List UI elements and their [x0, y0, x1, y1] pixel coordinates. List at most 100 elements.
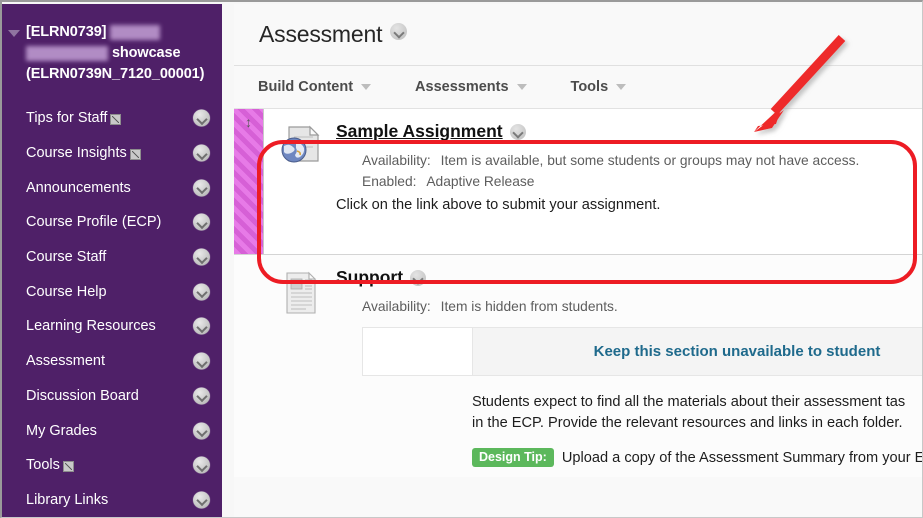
course-title: [ELRN0739] showcase (ELRN0739N_7120_0000…: [2, 4, 222, 95]
sidebar-item-tips-for-staff[interactable]: Tips for Staff: [2, 101, 222, 136]
sidebar-item-label: Library Links: [26, 491, 109, 508]
design-tip-text: Upload a copy of the Assessment Summary …: [561, 449, 922, 466]
menu-label: Tools: [570, 79, 609, 95]
availability-label: Availability:: [362, 299, 431, 314]
availability-label: Availability:: [362, 153, 431, 168]
item-icon-cell: [264, 255, 336, 477]
chevron-down-icon[interactable]: [193, 283, 210, 301]
item-body: Sample Assignment Availability: Item is …: [336, 109, 922, 254]
assignment-globe-document-icon: [281, 125, 320, 163]
sidebar-item-label: Announcements: [26, 179, 131, 196]
sidebar-item-label: Tools: [26, 457, 60, 474]
sidebar-nav-list: Tips for Staff Course Insights Announcem…: [2, 101, 222, 517]
sidebar-item-label: Discussion Board: [26, 387, 139, 404]
chevron-down-icon[interactable]: [193, 422, 210, 440]
chevron-down-icon[interactable]: [193, 456, 210, 474]
external-link-icon: [110, 113, 122, 125]
course-code: (ELRN0739N_7120_00001): [26, 66, 205, 82]
sidebar-item-announcements[interactable]: Announcements: [2, 170, 222, 205]
drag-rail[interactable]: ↕: [234, 109, 264, 254]
item-title-row: Sample Assignment: [336, 121, 914, 142]
sidebar-item-course-help[interactable]: Course Help: [2, 274, 222, 309]
menu-assessments[interactable]: Assessments: [415, 79, 527, 95]
sidebar-item-label: Assessment: [26, 353, 105, 370]
design-tip-row: Design Tip: Upload a copy of the Assessm…: [472, 448, 922, 467]
drag-handle-icon[interactable]: ↕: [243, 115, 254, 131]
chevron-down-icon: [361, 84, 372, 90]
redacted-text-2: [26, 45, 108, 61]
support-table-left-cell: [363, 328, 473, 376]
availability-value: Item is available, but some students or …: [440, 153, 860, 168]
menu-tools[interactable]: Tools: [571, 79, 627, 95]
chevron-down-icon: [616, 84, 627, 90]
enabled-label: Enabled:: [362, 174, 417, 189]
drag-rail-placeholder: [234, 255, 264, 477]
content-item-document-icon: [286, 271, 317, 314]
page-title-chevron-down-icon[interactable]: [390, 23, 408, 40]
support-table: Keep this section unavailable to student: [362, 327, 922, 376]
support-table-heading: Keep this section unavailable to student: [593, 343, 881, 360]
support-item-title: Support: [336, 267, 404, 287]
chevron-down-icon[interactable]: [193, 248, 210, 266]
item-body: Support Availability: Item is hidden fro…: [336, 255, 922, 477]
sidebar-item-label: Tips for Staff: [26, 110, 108, 127]
page-header: Assessment: [234, 4, 922, 66]
sidebar-item-label: Course Insights: [26, 145, 127, 162]
sidebar-item-label: Course Help: [26, 283, 107, 300]
sidebar-item-label: Learning Resources: [26, 318, 156, 335]
availability-value: Item is hidden from students.: [440, 299, 618, 314]
sidebar-item-tools[interactable]: Tools: [2, 448, 222, 483]
menu-label: Assessments: [415, 79, 509, 95]
sidebar-item-course-staff[interactable]: Course Staff: [2, 240, 222, 275]
page-title: Assessment: [259, 21, 383, 47]
chevron-down-icon[interactable]: [193, 317, 210, 335]
external-link-icon: [129, 148, 141, 160]
chevron-down-icon[interactable]: [193, 387, 210, 405]
chevron-down-icon[interactable]: [193, 144, 210, 162]
action-bar: Build Content Assessments Tools: [234, 66, 922, 109]
redacted-text-1: [110, 24, 161, 40]
item-context-chevron-down-icon[interactable]: [410, 269, 427, 286]
collapse-triangle-icon[interactable]: [8, 30, 20, 37]
course-menu-sidebar: [ELRN0739] showcase (ELRN0739N_7120_0000…: [2, 4, 222, 517]
sidebar-item-learning-resources[interactable]: Learning Resources: [2, 309, 222, 344]
sidebar-item-my-grades[interactable]: My Grades: [2, 413, 222, 448]
enabled-line: Enabled: Adaptive Release: [336, 171, 914, 192]
item-title-row: Support: [336, 267, 914, 288]
content-item-sample-assignment: ↕ Sample Assignment Availability: Item i…: [234, 109, 922, 255]
item-context-chevron-down-icon[interactable]: [509, 123, 526, 140]
sidebar-item-label: Course Profile (ECP): [26, 214, 162, 231]
chevron-down-icon[interactable]: [193, 179, 210, 197]
content-item-support: Support Availability: Item is hidden fro…: [234, 255, 922, 477]
sidebar-item-course-profile-ecp[interactable]: Course Profile (ECP): [2, 205, 222, 240]
chevron-down-icon: [516, 84, 527, 90]
browser-content-area: [ELRN0739] showcase (ELRN0739N_7120_0000…: [0, 0, 923, 518]
menu-build-content[interactable]: Build Content: [258, 79, 372, 95]
sidebar-item-course-insights[interactable]: Course Insights: [2, 136, 222, 171]
sample-assignment-link[interactable]: Sample Assignment: [336, 121, 503, 142]
chevron-down-icon[interactable]: [193, 213, 210, 231]
sidebar-item-discussion-board[interactable]: Discussion Board: [2, 379, 222, 414]
chevron-down-icon[interactable]: [193, 491, 210, 509]
enabled-value: Adaptive Release: [426, 174, 535, 189]
content-item-list: ↕ Sample Assignment Availability: Item i…: [234, 109, 922, 477]
availability-line: Availability: Item is available, but som…: [336, 150, 914, 171]
design-tip-badge: Design Tip:: [472, 448, 554, 467]
external-link-icon: [62, 460, 74, 472]
item-icon-cell: [264, 109, 336, 254]
sidebar-item-label: Course Staff: [26, 249, 107, 266]
chevron-down-icon[interactable]: [193, 352, 210, 370]
course-title-prefix: [ELRN0739]: [26, 24, 107, 40]
chevron-down-icon[interactable]: [193, 109, 210, 127]
sidebar-item-library-links[interactable]: Library Links: [2, 483, 222, 517]
support-table-heading-cell: Keep this section unavailable to student: [473, 328, 922, 376]
support-paragraph-line2: in the ECP. Provide the relevant resourc…: [472, 415, 903, 431]
main-content-panel: Assessment Build Content Assessments Too…: [234, 4, 922, 517]
sidebar-item-assessment[interactable]: Assessment: [2, 344, 222, 379]
item-description: Click on the link above to submit your a…: [336, 197, 661, 213]
support-paragraph-line1: Students expect to find all the material…: [472, 394, 906, 410]
menu-label: Build Content: [258, 79, 354, 95]
sidebar-item-label: My Grades: [26, 422, 97, 439]
availability-line: Availability: Item is hidden from studen…: [336, 296, 914, 317]
course-title-suffix: showcase: [111, 45, 181, 61]
